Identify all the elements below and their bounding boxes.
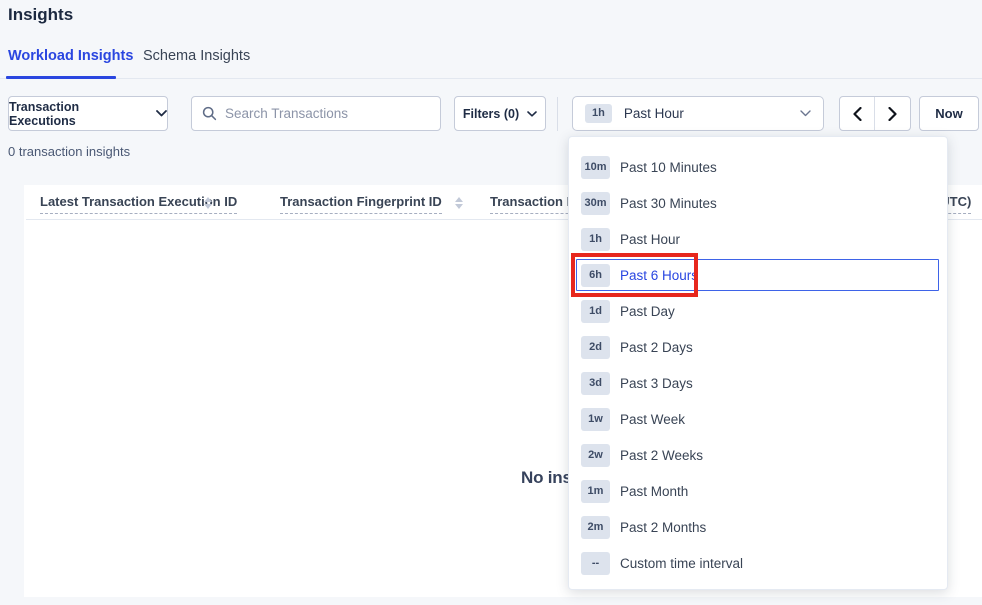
- time-option-past-hour[interactable]: 1h Past Hour: [569, 221, 947, 257]
- time-option-label: Past 2 Months: [620, 520, 706, 535]
- chevron-down-icon: [800, 110, 811, 117]
- time-option-past-30-minutes[interactable]: 30m Past 30 Minutes: [569, 185, 947, 221]
- time-option-label: Past 3 Days: [620, 376, 693, 391]
- column-header-transaction-fingerprint-id[interactable]: Transaction Fingerprint ID: [280, 194, 442, 214]
- time-option-label: Past 2 Weeks: [620, 448, 703, 463]
- active-tab-underline: [6, 76, 116, 79]
- time-interval-dropdown: 10m Past 10 Minutes 30m Past 30 Minutes …: [568, 136, 948, 590]
- search-box: [191, 96, 441, 131]
- time-interval-selector[interactable]: 1h Past Hour: [572, 96, 824, 131]
- time-option-badge: 1w: [581, 408, 610, 431]
- time-option-label: Past Month: [620, 484, 688, 499]
- time-interval-badge: 1h: [585, 104, 612, 123]
- time-option-badge: 30m: [581, 192, 610, 215]
- time-option-badge: 2d: [581, 336, 610, 359]
- time-option-past-3-days[interactable]: 3d Past 3 Days: [569, 365, 947, 401]
- chevron-down-icon: [156, 110, 167, 117]
- time-option-past-2-days[interactable]: 2d Past 2 Days: [569, 329, 947, 365]
- time-option-badge: 1m: [581, 480, 610, 503]
- time-option-past-2-weeks[interactable]: 2w Past 2 Weeks: [569, 437, 947, 473]
- insights-page: Insights Workload Insights Schema Insigh…: [0, 0, 982, 605]
- time-option-label: Custom time interval: [620, 556, 743, 571]
- time-option-badge: 6h: [581, 264, 610, 287]
- time-option-past-month[interactable]: 1m Past Month: [569, 473, 947, 509]
- tab-workload-insights[interactable]: Workload Insights: [8, 48, 133, 64]
- time-option-badge: 2m: [581, 516, 610, 539]
- time-option-label: Past 2 Days: [620, 340, 693, 355]
- time-option-past-week[interactable]: 1w Past Week: [569, 401, 947, 437]
- time-option-badge: 1h: [581, 228, 610, 251]
- time-option-label: Past Hour: [620, 232, 680, 247]
- page-title: Insights: [8, 5, 73, 25]
- time-option-past-day[interactable]: 1d Past Day: [569, 293, 947, 329]
- time-option-label: Past Week: [620, 412, 685, 427]
- insights-count: 0 transaction insights: [8, 144, 130, 159]
- time-nav-arrows: [839, 96, 911, 131]
- chevron-down-icon: [527, 111, 537, 117]
- time-interval-label: Past Hour: [624, 106, 788, 121]
- tab-workload-insights-label: Workload Insights: [8, 48, 133, 64]
- tab-schema-insights-label: Schema Insights: [143, 48, 250, 64]
- time-option-label: Past 10 Minutes: [620, 160, 717, 175]
- time-option-badge: 1d: [581, 300, 610, 323]
- previous-interval-button[interactable]: [840, 97, 875, 130]
- time-option-badge: 3d: [581, 372, 610, 395]
- now-button[interactable]: Now: [919, 96, 979, 131]
- search-input[interactable]: [225, 106, 430, 121]
- next-interval-button[interactable]: [875, 97, 910, 130]
- time-option-label: Past 6 Hours: [620, 268, 698, 283]
- time-option-past-6-hours[interactable]: 6h Past 6 Hours: [569, 257, 947, 293]
- time-option-label: Past Day: [620, 304, 675, 319]
- time-option-badge: 2w: [581, 444, 610, 467]
- filters-button[interactable]: Filters (0): [454, 96, 546, 131]
- time-option-custom-interval[interactable]: -- Custom time interval: [569, 545, 947, 581]
- time-option-past-10-minutes[interactable]: 10m Past 10 Minutes: [569, 149, 947, 185]
- search-icon: [202, 106, 217, 121]
- time-option-past-2-months[interactable]: 2m Past 2 Months: [569, 509, 947, 545]
- toolbar-divider: [557, 97, 558, 131]
- now-button-label: Now: [935, 106, 962, 121]
- sort-icon[interactable]: [204, 197, 212, 209]
- tab-bar-divider: [0, 78, 982, 79]
- sort-icon[interactable]: [455, 197, 463, 209]
- transaction-type-selector[interactable]: Transaction Executions: [8, 96, 168, 131]
- time-option-badge: --: [581, 552, 610, 575]
- filters-button-label: Filters (0): [463, 107, 519, 121]
- tab-schema-insights[interactable]: Schema Insights: [143, 48, 250, 64]
- time-option-label: Past 30 Minutes: [620, 196, 717, 211]
- time-option-badge: 10m: [581, 156, 610, 179]
- transaction-type-selector-label: Transaction Executions: [9, 100, 148, 128]
